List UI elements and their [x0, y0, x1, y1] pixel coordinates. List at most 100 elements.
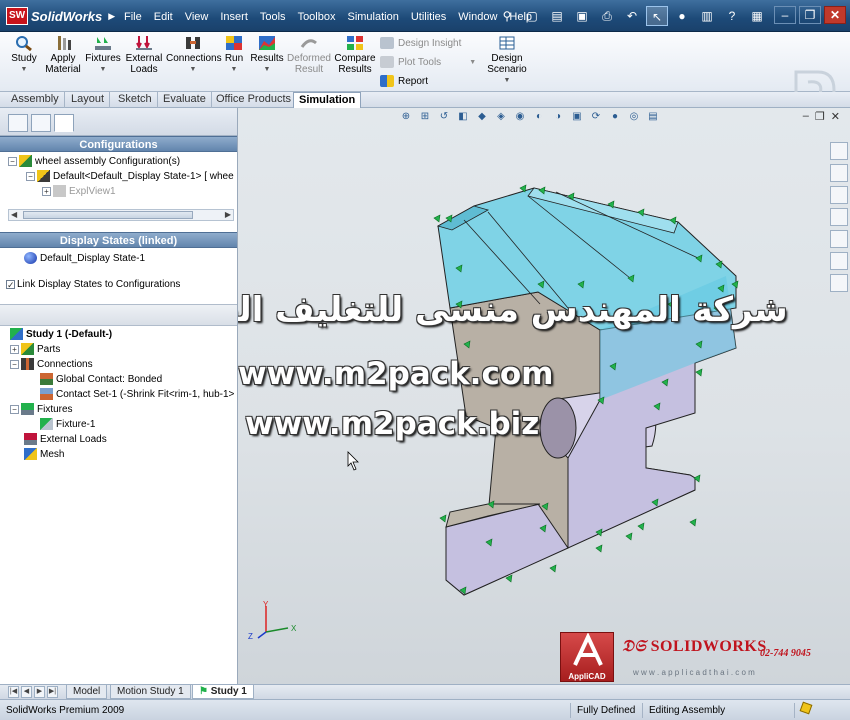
design-scenario-button[interactable]: Design Scenario ▼ — [484, 35, 530, 86]
external-loads-item[interactable]: External Loads — [24, 432, 107, 446]
tab-model[interactable]: Model — [66, 685, 108, 699]
design-insight-icon — [380, 37, 394, 49]
scroll-left-icon[interactable]: ◀ — [11, 210, 17, 219]
restore-icon[interactable]: ❐ — [799, 6, 821, 24]
design-scenario-label-2: Scenario — [487, 64, 527, 75]
fixtures-button[interactable]: Fixtures ▼ — [84, 35, 122, 75]
tab-layout[interactable]: Layout — [66, 92, 111, 108]
graphics-area[interactable]: ⊕ ⊞ ↺ ◧ ◆ ◈ ◉ ◐ ◑ ▣ ⟳ ● ◎ ▤ – ❐ ✕ Y X Z … — [238, 108, 850, 684]
triad-y-label: Y — [263, 600, 269, 609]
last-tab-icon[interactable]: ▶| — [47, 686, 58, 698]
scroll-right-icon[interactable]: ▶ — [225, 210, 231, 219]
collapse-icon[interactable]: − — [26, 171, 35, 181]
menu-tools[interactable]: Tools — [254, 9, 292, 25]
next-tab-icon[interactable]: ▶ — [34, 686, 45, 698]
scrollbar-thumb[interactable] — [23, 211, 193, 219]
tab-motion-study-1[interactable]: Motion Study 1 — [110, 685, 191, 699]
run-button[interactable]: Run ▼ — [222, 35, 246, 75]
expand-icon[interactable]: + — [42, 186, 51, 196]
configurations-horizontal-scrollbar[interactable]: ◀ ▶ — [8, 209, 234, 221]
print-icon[interactable]: ⎙ — [596, 6, 618, 26]
menu-simulation[interactable]: Simulation — [341, 9, 404, 25]
apply-material-label-1: Apply — [50, 53, 76, 64]
new-document-icon[interactable]: ▢ — [521, 6, 543, 26]
collapse-icon[interactable]: − — [10, 359, 19, 369]
properties-icon[interactable]: ▦ — [746, 6, 768, 26]
connections-item[interactable]: − Connections — [10, 357, 93, 371]
menu-file[interactable]: File — [118, 9, 148, 25]
menu-view[interactable]: View — [179, 9, 215, 25]
tab-simulation[interactable]: Simulation — [293, 92, 362, 108]
save-icon[interactable]: ▣ — [571, 6, 593, 26]
ds-brand-icon: 𝔇𝔖 — [622, 638, 651, 655]
compare-results-button[interactable]: Compare Results — [334, 35, 376, 75]
options-icon[interactable]: ▥ — [696, 6, 718, 26]
report-button[interactable]: Report — [380, 75, 428, 87]
select-pointer-icon[interactable]: ↖ — [646, 6, 668, 26]
collapse-icon[interactable]: − — [10, 404, 19, 414]
first-tab-icon[interactable]: |◀ — [8, 686, 19, 698]
mesh-item[interactable]: Mesh — [24, 447, 64, 461]
pin-icon[interactable]: ⚲ — [496, 6, 518, 26]
tab-sketch[interactable]: Sketch — [113, 92, 158, 108]
minimize-icon[interactable]: – — [774, 6, 796, 24]
external-loads-arrows-icon — [136, 36, 152, 50]
property-manager-tab-icon[interactable] — [31, 114, 51, 132]
config-root-item[interactable]: − wheel assembly Configuration(s) — [8, 154, 180, 168]
panel-splitter[interactable] — [0, 304, 237, 326]
study-root-label: Study 1 (-Default-) — [26, 328, 113, 340]
display-state-label: Default_Display State-1 — [40, 252, 146, 264]
global-contact-item[interactable]: Global Contact: Bonded — [40, 372, 162, 386]
wheel-assembly-model[interactable] — [238, 108, 850, 684]
parts-item[interactable]: + Parts — [10, 342, 60, 356]
explview-item[interactable]: + ExplView1 — [42, 184, 116, 198]
watermark-url-2: www.m2pack.biz — [245, 406, 540, 442]
global-contact-icon — [40, 373, 53, 385]
tab-study-1-label: Study 1 — [210, 686, 247, 697]
rebuild-status-icon[interactable] — [794, 701, 844, 718]
collapse-icon[interactable]: − — [8, 156, 17, 166]
help-icon[interactable]: ? — [721, 6, 743, 26]
menu-utilities[interactable]: Utilities — [405, 9, 452, 25]
quick-access-toolbar: ⚲ ▢ ▤ ▣ ⎙ ↶ ↖ ● ▥ ? ▦ — [496, 6, 768, 26]
tab-study-1[interactable]: ⚑ Study 1 — [192, 685, 254, 699]
feature-manager-tab-icon[interactable] — [8, 114, 28, 132]
plot-tools-dropdown-icon[interactable]: ▼ — [469, 59, 476, 66]
tab-assembly[interactable]: Assembly — [6, 92, 65, 108]
rebuild-traffic-light-icon[interactable]: ● — [671, 6, 693, 26]
app-logo[interactable]: SW SolidWorks ▶ — [6, 6, 115, 26]
menu-edit[interactable]: Edit — [148, 9, 179, 25]
display-state-item[interactable]: Default_Display State-1 — [24, 251, 145, 265]
logo-arrow-icon: ▶ — [108, 10, 116, 21]
run-label: Run — [224, 53, 244, 64]
config-default-item[interactable]: − Default<Default_Display State-1> [ whe… — [26, 169, 234, 183]
connections-button[interactable]: Connections ▼ — [166, 35, 222, 75]
menu-toolbox[interactable]: Toolbox — [292, 9, 342, 25]
fixtures-item[interactable]: − Fixtures — [10, 402, 73, 416]
plot-tools-button[interactable]: Plot Tools ▼ — [380, 56, 476, 68]
tab-office-products[interactable]: Office Products — [211, 92, 297, 108]
design-insight-button[interactable]: Design Insight — [380, 37, 461, 49]
study-tab-icon: ⚑ — [199, 686, 211, 697]
contact-set-item[interactable]: Contact Set-1 (-Shrink Fit<rim-1, hub-1> — [40, 387, 234, 401]
tab-evaluate[interactable]: Evaluate — [158, 92, 212, 108]
deformed-result-button[interactable]: Deformed Result — [286, 35, 332, 75]
undo-icon[interactable]: ↶ — [621, 6, 643, 26]
apply-material-button[interactable]: Apply Material — [44, 35, 82, 75]
open-folder-icon[interactable]: ▤ — [546, 6, 568, 26]
expand-icon[interactable]: + — [10, 344, 19, 354]
menu-insert[interactable]: Insert — [214, 9, 254, 25]
study-root-item[interactable]: Study 1 (-Default-) — [10, 327, 112, 341]
close-icon[interactable]: ✕ — [824, 6, 846, 24]
prev-tab-icon[interactable]: ◀ — [21, 686, 32, 698]
link-display-states-checkbox[interactable]: ✓ Link Display States to Configurations — [6, 277, 180, 291]
checkbox-checked-icon[interactable]: ✓ — [6, 279, 15, 289]
study-button[interactable]: Study ▼ — [10, 35, 38, 75]
results-button[interactable]: Results ▼ — [250, 35, 284, 75]
external-loads-button[interactable]: External Loads — [124, 35, 164, 75]
configuration-manager-tab-icon[interactable] — [54, 114, 74, 132]
triad-x-label: X — [291, 624, 297, 633]
dropdown-arrow-icon: ▼ — [263, 66, 271, 73]
fixture-1-item[interactable]: Fixture-1 — [40, 417, 95, 431]
branding-website: w w w . a p p l i c a d t h a i . c o m — [633, 668, 755, 677]
